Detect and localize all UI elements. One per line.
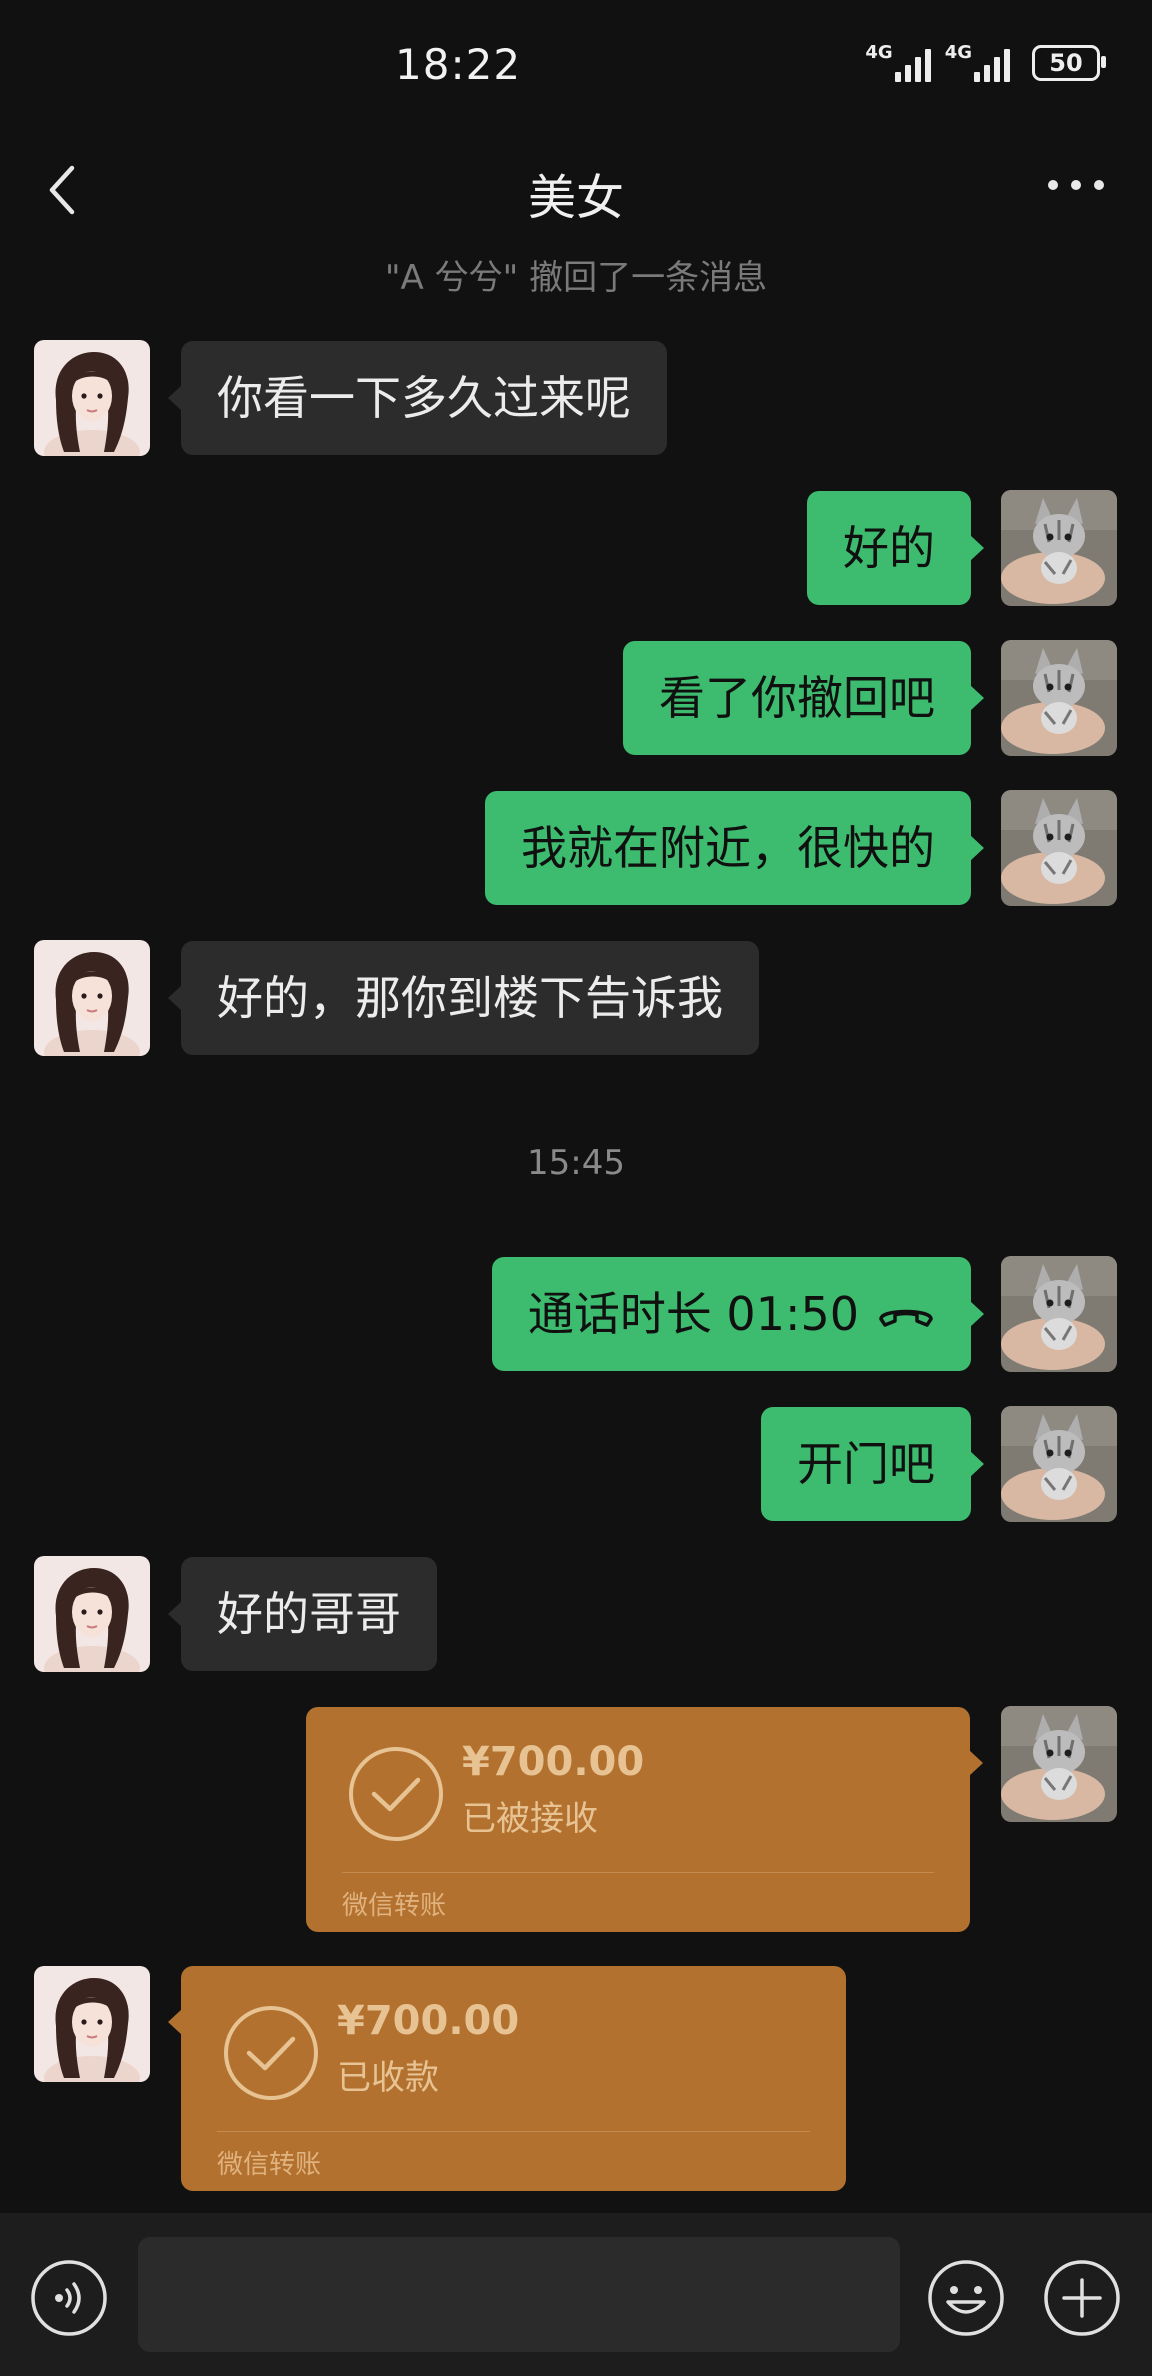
message-bubble-sent[interactable]: 我就在附近，很快的 [485,791,984,905]
message-text: 我就在附近，很快的 [521,821,935,875]
transfer-amount: ¥700.00 [337,1998,520,2044]
message-input[interactable] [138,2237,900,2352]
self-avatar[interactable] [1001,1406,1117,1522]
self-avatar[interactable] [1001,640,1117,756]
message-bubble-sent[interactable]: 开门吧 [761,1407,984,1521]
input-bar [0,2213,1152,2376]
transfer-status: 已被接收 [462,1799,598,1839]
divider [217,2131,810,2132]
transfer-amount: ¥700.00 [462,1739,645,1785]
chat-header: 美女 [0,150,1152,230]
plus-icon[interactable] [1042,2258,1122,2338]
contact-avatar[interactable] [34,940,150,1056]
chat-title: 美女 [527,170,624,226]
contact-avatar[interactable] [34,340,150,456]
status-icons: 4G 4G 50 [865,42,1106,82]
message-bubble-received[interactable]: 你看一下多久过来呢 [168,341,667,455]
message-text: 好的 [843,521,935,575]
transfer-card[interactable]: ¥700.00 已被接收 微信转账 [306,1707,983,1932]
call-record-bubble[interactable]: 通话时长 01:50 [491,1257,985,1371]
battery-level: 50 [1049,49,1083,77]
divider [342,1872,934,1873]
check-circle-icon [349,1747,443,1841]
message-bubble-sent[interactable]: 看了你撤回吧 [623,641,984,755]
message-text: 好的哥哥 [217,1587,401,1641]
message-text: 通话时长 01:50 [527,1287,859,1341]
self-avatar[interactable] [1001,1256,1117,1372]
phone-hangup-icon [879,1309,933,1327]
signal-icon: 4G [945,44,1010,82]
message-text: 看了你撤回吧 [659,671,935,725]
voice-icon[interactable] [29,2258,109,2338]
transfer-label: 微信转账 [217,2150,322,2180]
network-type-label: 4G [944,42,972,63]
contact-avatar[interactable] [34,1556,150,1672]
transfer-label: 微信转账 [342,1891,447,1921]
emoji-icon[interactable] [926,2258,1006,2338]
message-bubble-received[interactable]: 好的，那你到楼下告诉我 [168,941,759,1055]
message-bubble-sent[interactable]: 好的 [807,491,984,605]
self-avatar[interactable] [1001,490,1117,606]
status-time: 18:22 [395,40,522,89]
network-type-label: 4G [865,42,893,63]
message-text: 开门吧 [797,1437,935,1491]
transfer-card[interactable]: ¥700.00 已收款 微信转账 [168,1966,846,2191]
self-avatar[interactable] [1001,1706,1117,1822]
time-separator: 15:45 [527,1143,625,1183]
contact-avatar[interactable] [34,1966,150,2082]
signal-icon: 4G [865,42,931,82]
check-circle-icon [224,2006,318,2100]
status-bar: 18:22 4G 4G 50 [0,0,1152,130]
message-text: 你看一下多久过来呢 [217,371,631,425]
self-avatar[interactable] [1001,790,1117,906]
message-bubble-received[interactable]: 好的哥哥 [168,1557,437,1671]
battery-icon: 50 [1032,45,1106,81]
more-dots-icon[interactable] [1046,178,1106,192]
message-text: 好的，那你到楼下告诉我 [217,971,723,1025]
transfer-status: 已收款 [337,2058,439,2098]
recall-notice: "A 兮兮" 撤回了一条消息 [384,258,768,298]
